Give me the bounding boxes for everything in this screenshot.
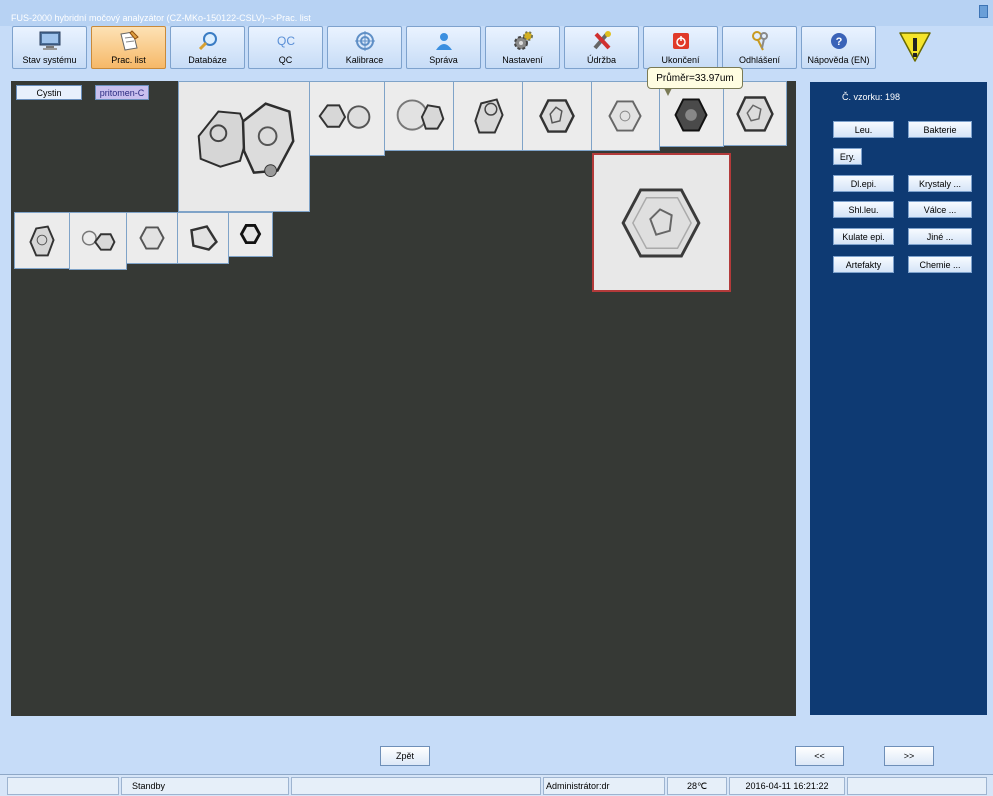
toolbar-button-odhlaseni[interactable]: Odhlášení — [722, 26, 797, 69]
classification-panel: Č. vzorku: 198 Leu. Bakterie Ery. Dl.epi… — [810, 82, 987, 715]
svg-text:?: ? — [836, 36, 843, 48]
classify-krystaly-button[interactable]: Krystaly ... — [908, 175, 972, 192]
worksheet-image-area: Cystin pritomen-C — [11, 81, 796, 716]
particle-image[interactable] — [69, 212, 127, 270]
classify-jine-button[interactable]: Jiné ... — [908, 228, 972, 245]
monitor-icon — [39, 30, 61, 52]
classify-valce-button[interactable]: Válce ... — [908, 201, 972, 218]
particle-image[interactable] — [228, 212, 273, 257]
toolbar-label: Databáze — [188, 55, 227, 65]
toolbar-button-databaze[interactable]: Databáze — [170, 26, 245, 69]
status-bar: Standby Administrátor:dr 28℃ 2016-04-11 … — [0, 774, 993, 796]
particle-image[interactable] — [591, 81, 660, 151]
classify-dl-epi-button[interactable]: Dl.epi. — [833, 175, 894, 192]
classify-leu-button[interactable]: Leu. — [833, 121, 894, 138]
previous-page-button[interactable]: << — [795, 746, 844, 766]
toolbar-button-stav-systemu[interactable]: Stav systému — [12, 26, 87, 69]
next-page-button[interactable]: >> — [884, 746, 934, 766]
classify-shl-leu-button[interactable]: Shl.leu. — [833, 201, 894, 218]
particle-image[interactable] — [723, 81, 787, 146]
particle-image[interactable] — [177, 212, 229, 264]
toolbar-button-prac-list[interactable]: Prac. list — [91, 26, 166, 69]
particle-image[interactable] — [384, 81, 454, 151]
magnifier-icon — [197, 30, 219, 52]
status-temperature: 28℃ — [667, 777, 727, 795]
particle-image[interactable] — [453, 81, 523, 151]
power-icon — [670, 30, 692, 52]
status-cell-empty — [291, 777, 541, 795]
particle-image[interactable] — [309, 81, 385, 156]
help-icon: ? — [828, 30, 850, 52]
toolbar-button-napoveda[interactable]: ? Nápověda (EN) — [801, 26, 876, 69]
toolbar-label: Nápověda (EN) — [807, 55, 870, 65]
toolbar-label: Stav systému — [22, 55, 77, 65]
keys-icon — [749, 30, 771, 52]
toolbar-button-nastaveni[interactable]: Nastavení — [485, 26, 560, 69]
target-icon — [354, 30, 376, 52]
classify-ery-button[interactable]: Ery. — [833, 148, 862, 165]
toolbar-label: Údržba — [586, 55, 616, 65]
particle-image[interactable] — [14, 212, 70, 269]
window-control-icon[interactable] — [979, 5, 988, 18]
toolbar-label: Kalibrace — [345, 55, 384, 65]
status-state: Standby — [121, 777, 289, 795]
toolbar-label: Ukončení — [661, 55, 700, 65]
toolbar-label: Správa — [429, 55, 458, 65]
title-bar: FUS-2000 hybridní močový analyzátor (CZ-… — [0, 0, 993, 26]
classify-bakterie-button[interactable]: Bakterie — [908, 121, 972, 138]
sample-number: Č. vzorku: 198 — [842, 92, 901, 102]
user-icon — [433, 30, 455, 52]
particle-image[interactable] — [126, 212, 178, 264]
toolbar-label: Odhlášení — [738, 55, 781, 65]
worksheet-icon — [118, 30, 140, 52]
qc-icon: QC — [275, 30, 297, 52]
diameter-tooltip: Průměr=33.97um — [647, 67, 743, 89]
classify-artefakty-button[interactable]: Artefakty — [833, 256, 894, 273]
tools-icon — [591, 30, 613, 52]
toolbar-button-sprava[interactable]: Správa — [406, 26, 481, 69]
selected-particle-preview[interactable] — [592, 153, 731, 292]
classify-kulate-epi-button[interactable]: Kulate epi. — [833, 228, 894, 245]
classify-chemie-button[interactable]: Chemie ... — [908, 256, 972, 273]
toolbar-button-qc[interactable]: QC QC — [248, 26, 323, 69]
status-cell-empty — [847, 777, 987, 795]
warning-icon[interactable] — [898, 30, 932, 64]
svg-text:QC: QC — [277, 34, 295, 48]
gears-icon — [512, 30, 534, 52]
tooltip-pointer — [664, 88, 672, 96]
tab-cystin[interactable]: Cystin — [16, 85, 82, 100]
toolbar-label: Prac. list — [111, 55, 146, 65]
window-title: FUS-2000 hybridní močový analyzátor (CZ-… — [11, 13, 311, 23]
particle-image-large[interactable] — [178, 81, 310, 212]
tab-pritomen-c[interactable]: pritomen-C — [95, 85, 149, 100]
particle-image[interactable] — [522, 81, 592, 151]
status-datetime: 2016-04-11 16:21:22 — [729, 777, 845, 795]
toolbar-label: QC — [278, 55, 293, 65]
status-cell-empty — [7, 777, 119, 795]
back-button[interactable]: Zpět — [380, 746, 430, 766]
toolbar-button-kalibrace[interactable]: Kalibrace — [327, 26, 402, 69]
toolbar-label: Nastavení — [502, 55, 543, 65]
status-user: Administrátor:dr — [543, 777, 665, 795]
toolbar-button-ukonceni[interactable]: Ukončení — [643, 26, 718, 69]
toolbar-button-udrzba[interactable]: Údržba — [564, 26, 639, 69]
bottom-navigation: Zpět << >> — [0, 716, 993, 774]
